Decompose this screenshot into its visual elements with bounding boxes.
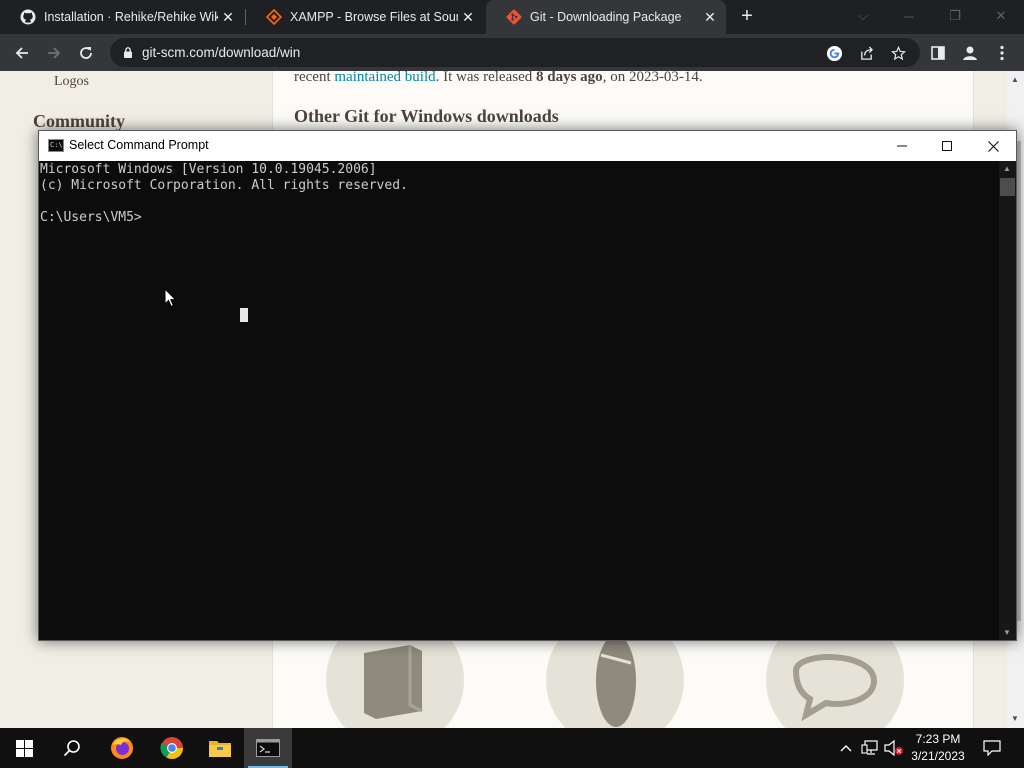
taskbar-file-explorer[interactable] xyxy=(196,728,244,768)
cmd-console-output[interactable]: Microsoft Windows [Version 10.0.19045.20… xyxy=(39,161,999,640)
share-button[interactable] xyxy=(855,42,877,64)
network-icon[interactable] xyxy=(860,738,880,758)
cmd-scroll-thumb[interactable] xyxy=(1000,178,1015,196)
taskbar-chrome[interactable] xyxy=(148,728,196,768)
reload-icon xyxy=(80,47,92,59)
profile-icon xyxy=(963,46,977,60)
lock-icon[interactable] xyxy=(122,46,134,59)
release-date: , on 2023-03-14. xyxy=(602,71,703,85)
arrow-left-icon xyxy=(15,47,28,59)
maintained-build-link[interactable]: maintained build xyxy=(334,71,435,85)
sourceforge-icon xyxy=(266,9,282,25)
cmd-maximize-button[interactable] xyxy=(924,131,970,161)
browser-toolbar: git-scm.com/download/win xyxy=(0,34,1024,71)
close-icon xyxy=(987,140,999,152)
console-caret xyxy=(240,308,248,322)
scroll-down-icon[interactable]: ▼ xyxy=(1003,628,1011,637)
firefox-icon xyxy=(111,737,133,759)
windows-logo-icon xyxy=(15,739,33,757)
tab-title: Installation · Rehike/Rehike Wiki · xyxy=(44,10,218,24)
cmd-app-icon[interactable]: C:\ xyxy=(48,139,64,152)
cmd-icon xyxy=(256,739,280,757)
tab-search-chevron-icon[interactable]: ⌵ xyxy=(840,0,886,32)
arrow-right-icon xyxy=(48,47,61,59)
restore-window-button[interactable]: ❐ xyxy=(932,0,978,32)
release-age: 8 days ago xyxy=(536,71,603,85)
sidebar-link-logos[interactable]: Logos xyxy=(54,74,89,90)
scroll-up-icon[interactable]: ▲ xyxy=(1011,75,1019,84)
google-lens-button[interactable] xyxy=(823,42,845,64)
cmd-window-title: Select Command Prompt xyxy=(69,138,209,152)
side-panel-icon xyxy=(931,46,945,60)
reload-button[interactable] xyxy=(74,41,98,65)
notifications-icon[interactable] xyxy=(982,738,1002,758)
profile-button[interactable] xyxy=(958,41,982,65)
cmd-title-bar[interactable]: C:\ Select Command Prompt xyxy=(39,131,1016,161)
release-text-prefix: recent xyxy=(294,71,335,85)
show-hidden-icons-chevron-icon[interactable] xyxy=(836,738,856,758)
taskbar-firefox[interactable] xyxy=(98,728,146,768)
command-prompt-window[interactable]: C:\ Select Command Prompt Microsoft Wind… xyxy=(38,130,1017,641)
console-line: (c) Microsoft Corporation. All rights re… xyxy=(40,178,408,193)
clock-date: 3/21/2023 xyxy=(911,749,965,763)
tab-close-icon[interactable]: ✕ xyxy=(458,7,478,27)
back-button[interactable] xyxy=(10,41,34,65)
cmd-close-button[interactable] xyxy=(970,131,1016,161)
clock-time: 7:23 PM xyxy=(915,732,961,746)
windows-taskbar: 7:23 PM 3/21/2023 xyxy=(0,728,1024,768)
tab-title: XAMPP - Browse Files at SourceF xyxy=(290,10,458,24)
menu-button[interactable] xyxy=(990,41,1014,65)
start-button[interactable] xyxy=(0,728,48,768)
folder-icon xyxy=(209,741,231,757)
scroll-down-icon[interactable]: ▼ xyxy=(1011,714,1019,723)
close-window-button[interactable]: ✕ xyxy=(978,0,1024,32)
google-icon xyxy=(826,45,842,61)
other-downloads-heading: Other Git for Windows downloads xyxy=(294,106,559,126)
minimize-window-button[interactable]: ─ xyxy=(886,0,932,32)
star-icon xyxy=(890,45,906,60)
tab-git-downloading[interactable]: Git - Downloading Package ✕ xyxy=(486,0,726,34)
minimize-icon xyxy=(897,145,907,147)
console-prompt[interactable]: C:\Users\VM5> xyxy=(40,210,999,226)
mouse-pointer-icon xyxy=(164,288,177,308)
tab-title: Git - Downloading Package xyxy=(530,10,682,24)
tab-xampp-sourceforge[interactable]: XAMPP - Browse Files at SourceF ✕ xyxy=(246,0,484,34)
github-icon xyxy=(20,9,36,25)
forward-button[interactable] xyxy=(42,41,66,65)
browser-tab-strip: Installation · Rehike/Rehike Wiki · ✕ XA… xyxy=(0,0,1024,34)
taskbar-search-button[interactable] xyxy=(48,728,96,768)
side-panel-button[interactable] xyxy=(926,41,950,65)
taskbar-clock[interactable]: 7:23 PM 3/21/2023 xyxy=(906,731,970,765)
git-icon xyxy=(506,9,522,25)
url-text[interactable]: git-scm.com/download/win xyxy=(142,45,300,60)
maximize-icon xyxy=(942,141,952,151)
bookmark-button[interactable] xyxy=(887,42,909,64)
tab-close-icon[interactable]: ✕ xyxy=(218,7,238,27)
new-tab-button[interactable]: + xyxy=(736,6,758,28)
tab-installation-rehike[interactable]: Installation · Rehike/Rehike Wiki · ✕ xyxy=(0,0,244,34)
tab-close-icon[interactable]: ✕ xyxy=(700,7,720,27)
chrome-icon xyxy=(160,737,183,759)
more-vert-icon xyxy=(1000,45,1004,61)
search-icon xyxy=(63,740,80,757)
taskbar-command-prompt[interactable] xyxy=(244,728,292,768)
release-info-text: recent maintained build. It was released… xyxy=(294,71,703,86)
share-icon xyxy=(860,45,873,60)
cmd-scrollbar[interactable]: ▲ ▼ xyxy=(999,161,1016,640)
address-bar[interactable]: git-scm.com/download/win xyxy=(110,38,920,67)
scroll-up-icon[interactable]: ▲ xyxy=(1003,164,1011,173)
cmd-minimize-button[interactable] xyxy=(879,131,925,161)
sidebar-heading-community[interactable]: Community xyxy=(33,111,125,132)
console-line: Microsoft Windows [Version 10.0.19045.20… xyxy=(40,162,377,177)
release-text-mid: . It was released xyxy=(435,71,536,85)
volume-muted-icon[interactable] xyxy=(884,738,904,758)
